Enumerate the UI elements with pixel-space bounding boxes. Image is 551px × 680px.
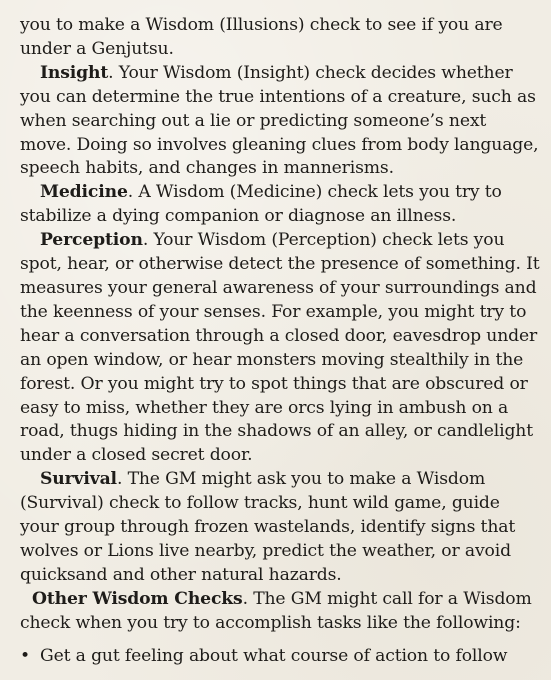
list-item: • Get a gut feeling about what course of …	[20, 645, 541, 669]
perception-paragraph: Perception. Your Wisdom (Perception) che…	[20, 229, 541, 468]
perception-term: Perception	[40, 230, 143, 251]
survival-term: Survival	[40, 469, 117, 490]
intro-continuation-paragraph: you to make a Wisdom (Illusions) check t…	[20, 15, 503, 59]
survival-paragraph: Survival. The GM might ask you to make a…	[20, 468, 541, 588]
bullet-marker: •	[20, 645, 30, 666]
other-checks-term: Other Wisdom Checks	[32, 588, 243, 609]
bullet-text: Get a gut feeling about what course of a…	[40, 645, 508, 666]
insight-paragraph: Insight. Your Wisdom (Insight) check dec…	[20, 62, 541, 182]
checks-bullet-list: • Get a gut feeling about what course of …	[20, 645, 541, 669]
insight-term: Insight	[40, 62, 109, 83]
medicine-paragraph: Medicine. A Wisdom (Medicine) check lets…	[20, 181, 541, 229]
other-checks-paragraph: Other Wisdom Checks. The GM might call f…	[20, 588, 541, 636]
document-page: you to make a Wisdom (Illusions) check t…	[0, 0, 551, 680]
medicine-term: Medicine	[40, 182, 128, 203]
perception-text: . Your Wisdom (Perception) check lets yo…	[20, 230, 540, 466]
